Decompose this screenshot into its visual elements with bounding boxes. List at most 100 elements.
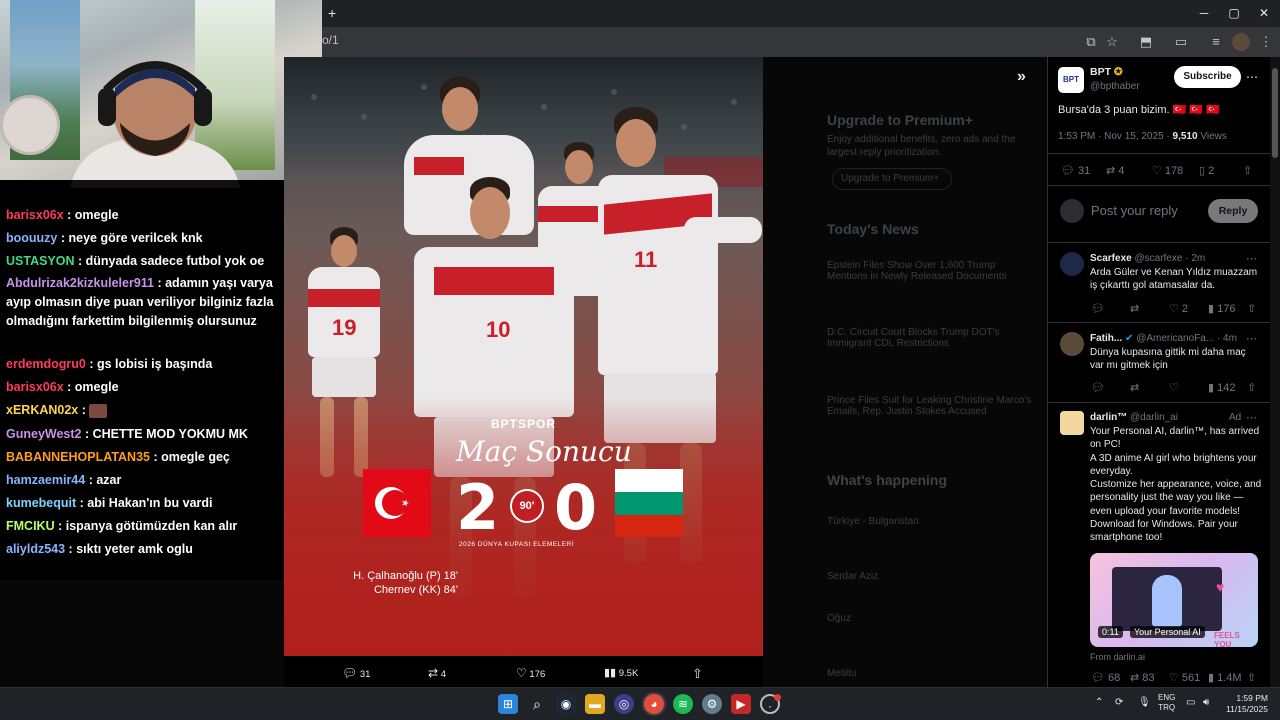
chat-username[interactable]: FMCIKU [6,519,55,533]
new-tab-button[interactable]: + [328,5,336,21]
scorer-line: H. Çalhanoğlu (P) 18' [353,570,458,582]
user-avatar[interactable] [1060,199,1084,223]
repost-action[interactable]: ⇄ 4 [428,666,446,680]
chat-username[interactable]: USTASYON [6,254,75,268]
chat-username[interactable]: barisx06x [6,208,64,222]
chat-separator: : [74,254,86,268]
tweet-media-image[interactable]: 19 11 10 BPTSPOR Maç Sonucu 2 90' 0 2026… [284,57,763,656]
bookmark-star-icon[interactable]: ☆ [1103,33,1121,51]
video-caption: Your Personal AI [1130,626,1205,638]
repost-icon[interactable]: ⇄ [1130,381,1139,394]
minimize-button[interactable]: ─ [1194,5,1214,21]
volume-icon[interactable]: 🔊︎ [1203,697,1209,708]
reading-list-icon[interactable]: ≡ [1207,33,1225,51]
file-explorer-icon[interactable]: ▬ [585,694,605,714]
browser-menu-icon[interactable]: ⋮ [1257,33,1275,51]
reply-views-stat[interactable]: ▮ 176 [1208,302,1235,315]
language-indicator[interactable]: ENG TRQ [1158,693,1175,713]
search-icon[interactable]: ⌕ [527,694,547,714]
ad-like-stat[interactable]: ♡ 561 [1169,671,1200,684]
extensions-icon[interactable]: ⬒ [1137,33,1155,51]
views-action[interactable]: ▮▮ 9.5K [604,666,638,679]
ad-video[interactable]: ♥ 0:11 Your Personal AI FEELS YOU [1090,553,1258,647]
reply-button[interactable]: Reply [1208,199,1258,223]
split-view-icon[interactable]: ▭ [1172,33,1190,51]
scrollbar-thumb[interactable] [1272,68,1278,158]
recorder-icon[interactable]: ▶ [731,694,751,714]
reply-like-stat[interactable]: ♡ 2 [1169,302,1188,315]
chat-text: neye göre verilcek knk [68,231,203,245]
reply-input[interactable]: Post your reply [1091,203,1178,218]
steam-icon[interactable]: ◉ [556,694,576,714]
ad-repost-stat[interactable]: ⇄ 83 [1130,671,1155,684]
reply-author[interactable]: Scarfexe @scarfexe · 2m [1090,252,1205,265]
ad-source[interactable]: From darlin.ai [1090,651,1145,664]
bg-trend: Metiltu [827,668,857,679]
more-options-icon[interactable]: ⋯ [1246,411,1257,424]
collapse-panel-icon[interactable]: » [1017,68,1037,88]
reply-avatar[interactable] [1060,332,1084,356]
start-menu-icon[interactable]: ⊞ [498,694,518,714]
share-icon[interactable]: ⇧ [1247,381,1256,394]
share-icon[interactable]: ⇧ [692,666,703,682]
reply-avatar[interactable] [1060,252,1084,276]
video-tag: FEELS YOU [1214,631,1240,647]
share-icon[interactable]: ⇧ [1247,671,1256,684]
repost-icon[interactable]: ⇄ [1130,302,1139,315]
reply-icon[interactable]: 💬︎ [1091,381,1105,394]
reply-icon[interactable]: 💬︎ [1091,302,1105,315]
chat-username[interactable]: aliyldz543 [6,542,65,556]
clock[interactable]: 1:59 PM 11/15/2025 [1222,693,1268,715]
chat-username[interactable]: erdemdogru0 [6,357,86,371]
network-icon[interactable]: ▭ [1186,697,1195,708]
more-options-icon[interactable]: ⋯ [1246,70,1258,84]
tweet-bookmark-stat[interactable]: ▯ 2 [1199,164,1214,177]
chat-username[interactable]: barisx06x [6,380,64,394]
chat-username[interactable]: BABANNEHOPLATAN35 [6,450,150,464]
tray-chevron-icon[interactable]: ⌃ [1095,697,1103,708]
chat-username[interactable]: kumebequit [6,496,76,510]
ad-reply-stat[interactable]: 💬︎ 68 [1091,671,1120,684]
tweet-repost-stat[interactable]: ⇄ 4 [1106,164,1124,177]
ad-avatar[interactable] [1060,411,1084,435]
spotify-icon[interactable]: ≋ [673,694,693,714]
settings-icon[interactable]: ⚙ [702,694,722,714]
url-text[interactable]: o/1 [322,33,339,47]
chat-username[interactable]: boouuzy [6,231,57,245]
maximize-button[interactable]: ▢ [1224,5,1244,21]
chat-message: xERKAN02x : [6,401,278,420]
ad-author[interactable]: darlin™ @darlin_ai [1090,411,1178,424]
heart-icon: ♡ [516,666,527,680]
heart-icon[interactable]: ♡ [1169,381,1179,394]
chat-username[interactable]: hamzaemir44 [6,473,85,487]
reply-action[interactable]: 💬︎ 31 [342,666,370,680]
sync-icon[interactable]: ⟳ [1115,697,1123,708]
author-avatar[interactable]: BPT [1058,67,1084,93]
install-app-icon[interactable]: ⧉ [1082,33,1100,51]
reply-author[interactable]: Fatih... ✔ @AmericanoFa... · 4m [1090,332,1237,345]
more-options-icon[interactable]: ⋯ [1246,332,1257,345]
ad-views-stat[interactable]: ▮ 1.4M [1208,671,1242,684]
close-window-button[interactable]: ✕ [1254,5,1274,21]
share-icon[interactable]: ⇧ [1247,302,1256,315]
chat-username[interactable]: Abdulrizak2kizkuleler911 [6,276,154,290]
subscribe-button[interactable]: Subscribe [1174,66,1241,88]
author-handle[interactable]: @bpthaber [1090,80,1140,93]
author-name[interactable]: BPT ✪ [1090,66,1123,79]
share-icon[interactable]: ⇧ [1243,164,1252,177]
reply-views-stat[interactable]: ▮ 142 [1208,381,1235,394]
bg-upgrade-button: Upgrade to Premium+ [832,168,952,190]
tweet-like-stat[interactable]: ♡ 178 [1152,164,1183,177]
tweet-reply-stat[interactable]: 💬︎ 31 [1061,164,1090,177]
chat-username[interactable]: GuneyWest2 [6,427,82,441]
more-options-icon[interactable]: ⋯ [1246,252,1257,265]
profile-avatar[interactable] [1232,33,1250,51]
chat-separator: : [150,450,162,464]
microphone-icon[interactable]: 🎙︎ [1138,697,1151,708]
chat-message: GuneyWest2 : CHETTE MOD YOKMU MK [6,425,278,444]
like-action[interactable]: ♡ 176 [516,666,545,680]
chrome-icon[interactable]: ◕ [644,694,664,714]
chat-username[interactable]: xERKAN02x [6,403,78,417]
notification-dot [774,694,781,701]
app-icon[interactable]: ◎ [614,694,634,714]
